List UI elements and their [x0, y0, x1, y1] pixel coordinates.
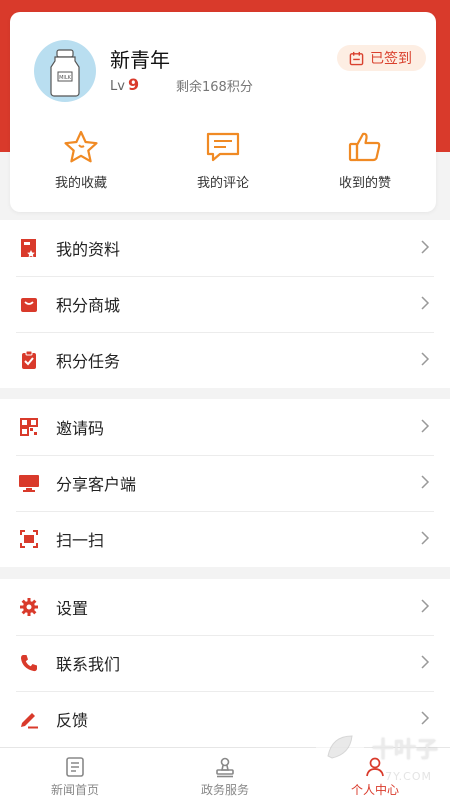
tab-label: 个人中心	[350, 783, 399, 797]
menu-item-invite-code[interactable]: 邀请码	[0, 399, 450, 455]
tab-news-home[interactable]: 新闻首页	[0, 748, 150, 800]
watermark-subtext: 7Y.COM	[385, 770, 432, 783]
chevron-right-icon	[421, 475, 430, 489]
quick-comments[interactable]: 我的评论	[152, 130, 294, 191]
star-icon	[64, 130, 98, 163]
menu-label: 联系我们	[56, 655, 121, 674]
menu-label: 反馈	[56, 711, 89, 730]
tab-label: 政务服务	[200, 783, 249, 797]
menu-label: 邀请码	[56, 419, 105, 438]
quick-label: 我的收藏	[54, 176, 107, 191]
leaf-logo-icon	[315, 724, 364, 772]
menu-item-points-mall[interactable]: 积分商城	[0, 276, 450, 332]
chevron-right-icon	[421, 240, 430, 254]
profile-doc-icon	[18, 237, 40, 259]
task-clipboard-icon	[18, 349, 40, 371]
chevron-right-icon	[421, 599, 430, 613]
shopping-bag-icon	[18, 293, 40, 315]
quick-label: 我的评论	[196, 176, 249, 191]
news-icon	[66, 757, 84, 777]
tab-gov-services[interactable]: 政务服务	[150, 748, 300, 800]
chevron-right-icon	[421, 352, 430, 366]
edit-pen-icon	[18, 708, 40, 730]
avatar[interactable]: MILK	[34, 40, 96, 102]
gear-icon	[18, 596, 40, 618]
phone-icon	[18, 652, 40, 674]
quick-favorites[interactable]: 我的收藏	[10, 130, 152, 191]
level-indicator: Lv 9	[110, 75, 139, 94]
comment-icon	[206, 132, 240, 162]
tab-label: 新闻首页	[50, 783, 99, 797]
menu-item-profile[interactable]: 我的资料	[0, 220, 450, 276]
quick-likes[interactable]: 收到的赞	[294, 130, 436, 191]
svg-text:MILK: MILK	[59, 75, 72, 81]
menu-label: 设置	[56, 599, 89, 618]
quick-actions: 我的收藏 我的评论 收到的赞	[10, 130, 436, 191]
level-number: 9	[127, 75, 140, 94]
profile-card: MILK 新青年 Lv 9 剩余168积分 已签到 我的收藏 我的评论 收到的赞	[10, 12, 436, 212]
scan-icon	[18, 528, 40, 550]
menu-item-settings[interactable]: 设置	[0, 579, 450, 635]
chevron-right-icon	[421, 296, 430, 310]
signin-button[interactable]: 已签到	[337, 45, 426, 71]
username: 新青年	[110, 48, 170, 72]
quick-label: 收到的赞	[338, 176, 391, 191]
watermark-text: 十叶子	[371, 738, 438, 763]
menu-label: 积分商城	[56, 296, 121, 315]
chevron-right-icon	[421, 419, 430, 433]
menu-item-points-tasks[interactable]: 积分任务	[0, 332, 450, 388]
points-balance: 剩余168积分	[176, 80, 253, 95]
menu-item-scan[interactable]: 扫一扫	[0, 511, 450, 567]
qr-code-icon	[18, 416, 40, 438]
menu-item-contact[interactable]: 联系我们	[0, 635, 450, 691]
menu-label: 分享客户端	[56, 475, 137, 494]
chevron-right-icon	[421, 531, 430, 545]
signin-label: 已签到	[370, 51, 412, 67]
menu-item-share-client[interactable]: 分享客户端	[0, 455, 450, 511]
level-prefix: Lv	[110, 79, 125, 94]
menu-label: 我的资料	[56, 240, 121, 259]
monitor-icon	[18, 472, 40, 494]
stamp-icon	[216, 757, 234, 778]
watermark: 十叶子 7Y.COM	[314, 722, 438, 783]
calendar-icon	[349, 51, 364, 65]
chevron-right-icon	[421, 655, 430, 669]
menu-group-account: 我的资料 积分商城 积分任务	[0, 220, 450, 388]
thumbs-up-icon	[348, 132, 381, 162]
menu-label: 积分任务	[56, 352, 121, 371]
milk-bottle-icon: MILK	[50, 49, 80, 97]
menu-group-share: 邀请码 分享客户端 扫一扫	[0, 399, 450, 567]
menu-label: 扫一扫	[56, 531, 105, 550]
